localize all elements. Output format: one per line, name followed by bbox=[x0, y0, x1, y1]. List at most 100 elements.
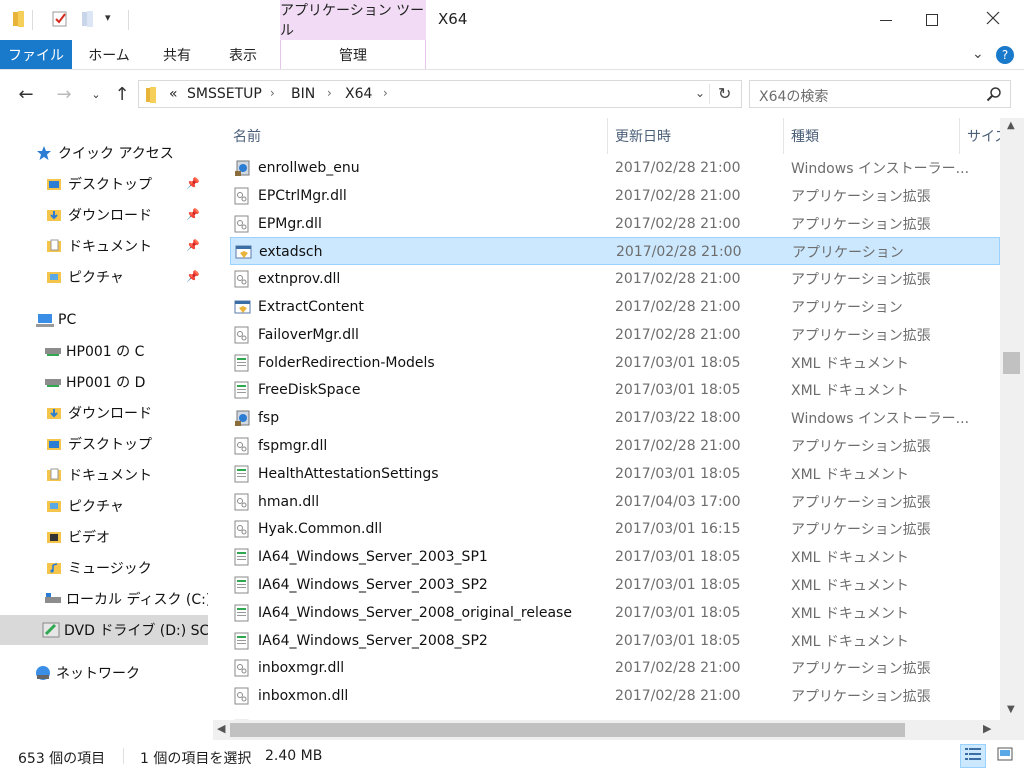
nav-downloads[interactable]: ダウンロード 📌 bbox=[0, 200, 208, 230]
vertical-scroll-thumb[interactable] bbox=[1003, 352, 1020, 374]
pin-icon[interactable]: 📌 bbox=[186, 270, 200, 284]
maximize-button[interactable] bbox=[909, 0, 955, 40]
table-row[interactable]: EPCtrlMgr.dll 2017/02/28 21:00 アプリケーション拡張 bbox=[230, 182, 1000, 210]
nav-pc-documents[interactable]: ドキュメント bbox=[0, 460, 208, 490]
forward-button[interactable]: → bbox=[52, 82, 76, 106]
tab-file[interactable]: ファイル bbox=[0, 40, 72, 70]
tab-manage[interactable]: 管理 bbox=[280, 40, 426, 70]
table-row[interactable]: FolderRedirection-Models 2017/03/01 18:05… bbox=[230, 349, 1000, 377]
nav-pc-desktop[interactable]: デスクトップ bbox=[0, 429, 208, 459]
minimize-icon bbox=[880, 19, 892, 21]
table-row[interactable]: IA64_Windows_Server_2003_SP2 2017/03/01 1… bbox=[230, 571, 1000, 599]
table-row[interactable]: inboxmon.dll 2017/02/28 21:00 アプリケーション拡張 bbox=[230, 682, 1000, 710]
scroll-right-icon[interactable]: ▶ bbox=[983, 722, 991, 735]
nav-documents[interactable]: ドキュメント 📌 bbox=[0, 231, 208, 261]
file-date-modified: 2017/02/28 21:00 bbox=[615, 326, 741, 343]
table-row[interactable]: fspmgr.dll 2017/02/28 21:00 アプリケーション拡張 bbox=[230, 432, 1000, 460]
breadcrumb-overflow[interactable]: « bbox=[169, 86, 178, 102]
file-name: ExtractContent bbox=[258, 299, 364, 315]
nav-hp001-c[interactable]: HP001 の C bbox=[0, 336, 208, 366]
column-header-type[interactable]: 種類 bbox=[791, 118, 951, 154]
scroll-down-icon[interactable]: ▼ bbox=[1007, 704, 1015, 715]
back-button[interactable]: ← bbox=[14, 82, 38, 106]
table-row[interactable]: inboxmgr.dll 2017/02/28 21:00 アプリケーション拡張 bbox=[230, 654, 1000, 682]
table-row[interactable]: extadsch 2017/02/28 21:00 アプリケーション bbox=[230, 237, 1000, 266]
nav-label: ミュージック bbox=[68, 561, 152, 577]
horizontal-scroll-thumb[interactable] bbox=[230, 723, 905, 737]
table-row[interactable]: IA64_Windows_Server_2008_SP2 2017/03/01 1… bbox=[230, 627, 1000, 655]
table-row[interactable]: EPMgr.dll 2017/02/28 21:00 アプリケーション拡張 bbox=[230, 210, 1000, 238]
file-name: IA64_Windows_Server_2008_SP2 bbox=[258, 632, 488, 649]
file-date-modified: 2017/02/28 21:00 bbox=[616, 244, 742, 261]
minimize-button[interactable] bbox=[863, 0, 909, 40]
table-row[interactable]: IA64_Windows_Server_2003_SP1 2017/03/01 1… bbox=[230, 543, 1000, 571]
address-history-icon[interactable]: ⌄ bbox=[695, 86, 705, 100]
pin-icon[interactable]: 📌 bbox=[186, 239, 200, 253]
table-row[interactable]: extnprov.dll 2017/02/28 21:00 アプリケーション拡張 bbox=[230, 265, 1000, 293]
address-bar[interactable]: « SMSSETUP › BIN › X64 › ⌄ ↻ bbox=[138, 80, 742, 108]
file-name: FolderRedirection-Models bbox=[258, 354, 435, 371]
nav-pc-pictures[interactable]: ピクチャ bbox=[0, 491, 208, 521]
nav-network[interactable]: ネットワーク bbox=[0, 658, 208, 688]
pin-icon[interactable]: 📌 bbox=[186, 208, 200, 222]
nav-pc-videos[interactable]: ビデオ bbox=[0, 522, 208, 552]
nav-desktop[interactable]: デスクトップ 📌 bbox=[0, 169, 208, 199]
recent-locations-button[interactable]: ⌄ bbox=[84, 82, 108, 106]
search-box[interactable]: X64の検索 bbox=[749, 80, 1011, 108]
file-date-modified: 2017/02/28 21:00 bbox=[615, 187, 741, 204]
breadcrumb-separator-icon[interactable]: › bbox=[327, 86, 332, 100]
ribbon-expand-icon[interactable]: ⌄ bbox=[972, 46, 984, 62]
nav-pc[interactable]: PC bbox=[0, 305, 208, 335]
nav-local-disk-c[interactable]: ローカル ディスク (C:) bbox=[0, 584, 208, 614]
tab-share[interactable]: 共有 bbox=[150, 40, 204, 70]
file-type: アプリケーション拡張 bbox=[791, 216, 931, 233]
nav-pictures[interactable]: ピクチャ 📌 bbox=[0, 262, 208, 292]
nav-dvd-drive-d[interactable]: DVD ドライブ (D:) SC_ bbox=[0, 615, 208, 645]
refresh-icon[interactable]: ↻ bbox=[718, 84, 731, 103]
nav-hp001-d[interactable]: HP001 の D bbox=[0, 367, 208, 397]
column-header-name[interactable]: 名前 bbox=[233, 118, 593, 154]
tab-view[interactable]: 表示 bbox=[216, 40, 270, 70]
table-row[interactable]: fsp 2017/03/22 18:00 Windows インストーラー... bbox=[230, 404, 1000, 432]
tab-home[interactable]: ホーム bbox=[80, 40, 138, 70]
up-button[interactable]: ↑ bbox=[110, 82, 134, 106]
breadcrumb-smssetup[interactable]: SMSSETUP bbox=[187, 86, 262, 102]
nav-pc-downloads[interactable]: ダウンロード bbox=[0, 398, 208, 428]
breadcrumb-bin[interactable]: BIN bbox=[291, 86, 315, 102]
nav-pc-music[interactable]: ミュージック bbox=[0, 553, 208, 583]
file-date-modified: 2017/03/01 18:05 bbox=[615, 465, 741, 482]
table-row[interactable]: FailoverMgr.dll 2017/02/28 21:00 アプリケーション拡… bbox=[230, 321, 1000, 349]
table-row[interactable]: hman.dll 2017/04/03 17:00 アプリケーション拡張 bbox=[230, 488, 1000, 516]
column-header-size[interactable]: サイズ bbox=[967, 118, 1000, 154]
file-name: HealthAttestationSettings bbox=[258, 465, 439, 482]
help-icon[interactable]: ? bbox=[996, 46, 1014, 64]
breadcrumb-separator-icon[interactable]: › bbox=[383, 86, 388, 100]
table-row[interactable]: FreeDiskSpace 2017/03/01 18:05 XML ドキュメント bbox=[230, 376, 1000, 404]
table-row[interactable]: Hyak.Common.dll 2017/03/01 16:15 アプリケーション拡… bbox=[230, 515, 1000, 543]
column-divider[interactable] bbox=[783, 118, 784, 154]
details-view-button[interactable] bbox=[960, 744, 986, 768]
scroll-up-icon[interactable]: ▲ bbox=[1007, 120, 1015, 131]
search-icon[interactable] bbox=[986, 86, 1002, 106]
scroll-left-icon[interactable]: ◀ bbox=[217, 722, 225, 735]
nav-quick-access[interactable]: クイック アクセス bbox=[0, 138, 208, 168]
file-type: XML ドキュメント bbox=[791, 550, 909, 567]
breadcrumb-separator-icon[interactable]: › bbox=[270, 86, 275, 100]
column-divider[interactable] bbox=[959, 118, 960, 154]
pin-icon[interactable]: 📌 bbox=[186, 177, 200, 191]
vertical-scrollbar[interactable]: ▲ ▼ bbox=[1000, 118, 1024, 720]
qat-dropdown-icon[interactable]: ▾ bbox=[105, 11, 111, 24]
column-divider[interactable] bbox=[607, 118, 608, 154]
close-button[interactable] bbox=[970, 0, 1016, 40]
properties-icon[interactable] bbox=[51, 10, 67, 28]
table-row[interactable]: ExtractContent 2017/02/28 21:00 アプリケーション bbox=[230, 293, 1000, 321]
table-row[interactable]: HealthAttestationSettings 2017/03/01 18:0… bbox=[230, 460, 1000, 488]
file-date-modified: 2017/02/28 21:00 bbox=[615, 438, 741, 454]
column-header-date[interactable]: 更新日時 bbox=[615, 118, 785, 154]
file-type: XML ドキュメント bbox=[791, 466, 909, 483]
table-row[interactable]: enrollweb_enu 2017/02/28 21:00 Windows インス… bbox=[230, 154, 1000, 182]
large-icons-view-button[interactable] bbox=[992, 744, 1018, 768]
breadcrumb-x64[interactable]: X64 bbox=[345, 86, 372, 102]
table-row[interactable]: IA64_Windows_Server_2008_original_releas… bbox=[230, 599, 1000, 627]
new-folder-icon[interactable] bbox=[80, 10, 96, 28]
